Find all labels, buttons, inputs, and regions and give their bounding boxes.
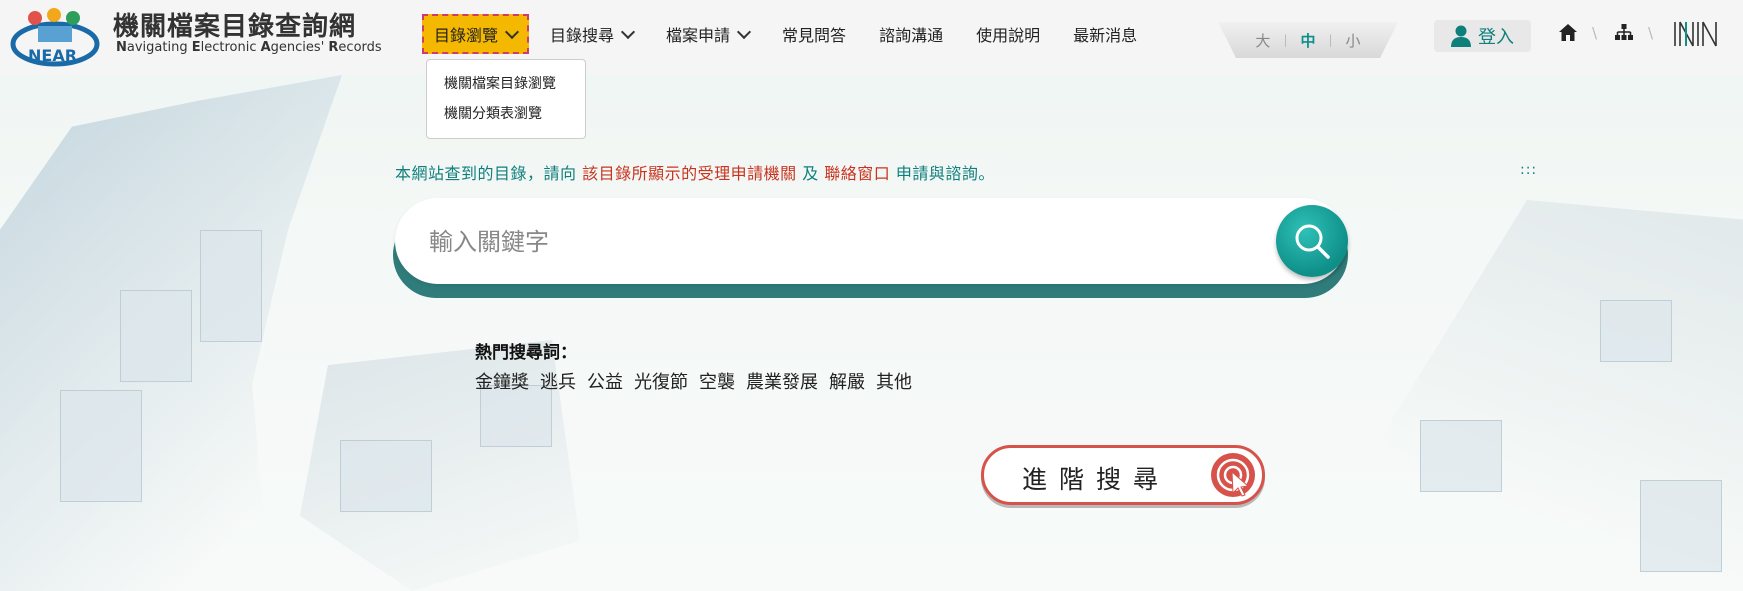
main-nav: 目錄瀏覽 目錄搜尋 檔案申請 常見問答 諮詢溝通 使用說明 最新消息 — [422, 14, 1158, 54]
hot-term[interactable]: 空襲 — [699, 368, 735, 394]
divider: \ — [1592, 24, 1598, 42]
background-file-box — [480, 385, 552, 447]
font-size-large-button[interactable]: 大 — [1242, 30, 1283, 51]
hot-search-list: 金鐘獎 逃兵 公益 光復節 空襲 農業發展 解嚴 其他 — [475, 368, 923, 394]
cursor-click-icon — [1211, 453, 1255, 497]
divider: \ — [1648, 24, 1654, 42]
dropdown-item-agency-directory[interactable]: 機關檔案目錄瀏覽 — [427, 68, 585, 98]
site-subtitle: Navigating Electronic Agencies' Records — [116, 40, 382, 55]
notice-highlight-agency: 該目錄所顯示的受理申請機關 — [582, 164, 797, 183]
site-header: NEAR 機關檔案目錄查詢網 Navigating Electronic Age… — [0, 0, 1743, 75]
nia-logo-icon[interactable] — [1673, 20, 1721, 48]
login-label: 登入 — [1478, 27, 1514, 48]
search-button[interactable] — [1276, 205, 1348, 277]
home-icon[interactable] — [1559, 24, 1577, 41]
background-file-box — [1640, 480, 1722, 572]
hot-term[interactable]: 農業發展 — [746, 368, 818, 394]
background-cabinet — [120, 290, 192, 382]
font-size-switcher: 大 | 中 | 小 — [1218, 22, 1398, 58]
chevron-down-icon — [736, 24, 752, 40]
hot-term[interactable]: 光復節 — [634, 368, 688, 394]
nav-item-consultation[interactable]: 諮詢溝通 — [867, 14, 955, 54]
chevron-down-icon — [620, 24, 636, 40]
notice-highlight-contact: 聯絡窗口 — [824, 164, 891, 183]
search-input[interactable] — [427, 223, 1231, 261]
font-size-medium-button[interactable]: 中 — [1287, 30, 1328, 51]
search-icon — [1295, 224, 1330, 259]
sitemap-icon[interactable] — [1615, 24, 1633, 40]
chevron-down-icon — [504, 24, 520, 40]
hot-search-title: 熱門搜尋詞： — [475, 343, 577, 363]
nav-item-user-guide[interactable]: 使用說明 — [964, 14, 1052, 54]
hot-term[interactable]: 金鐘獎 — [475, 368, 529, 394]
site-title[interactable]: 機關檔案目錄查詢網 — [113, 6, 356, 43]
background-file-box — [1600, 300, 1672, 362]
nav-item-directory-search[interactable]: 目錄搜尋 — [538, 14, 645, 54]
dropdown-item-agency-classification[interactable]: 機關分類表瀏覽 — [427, 98, 585, 128]
advanced-search-button[interactable]: 進階搜尋 — [981, 445, 1265, 505]
login-button[interactable]: 登入 — [1434, 20, 1531, 52]
hot-term[interactable]: 公益 — [587, 368, 623, 394]
nav-item-directory-browse[interactable]: 目錄瀏覽 — [422, 14, 530, 54]
near-logo-icon[interactable]: NEAR — [10, 6, 100, 68]
advanced-search-label: 進階搜尋 — [1022, 465, 1171, 494]
hot-term[interactable]: 解嚴 — [829, 368, 865, 394]
user-icon — [1451, 25, 1471, 47]
nav-item-faq[interactable]: 常見問答 — [770, 14, 858, 54]
background-cabinet — [200, 230, 262, 342]
nav-item-news[interactable]: 最新消息 — [1061, 14, 1149, 54]
font-size-small-button[interactable]: 小 — [1333, 30, 1374, 51]
svg-text:NEAR: NEAR — [28, 46, 77, 65]
search-notice: 本網站查到的目錄，請向 該目錄所顯示的受理申請機關 及 聯絡窗口 申請與諮詢。 — [395, 164, 995, 183]
hot-term[interactable]: 逃兵 — [540, 368, 576, 394]
hot-term[interactable]: 其他 — [876, 368, 912, 394]
directory-browse-dropdown: 機關檔案目錄瀏覽 機關分類表瀏覽 — [426, 59, 586, 139]
background-file-box — [340, 440, 432, 512]
background-file-box — [1420, 420, 1502, 492]
accesskey-marker[interactable]: ::: — [1520, 162, 1537, 178]
background-cabinet — [60, 390, 142, 502]
nav-item-archive-application[interactable]: 檔案申請 — [654, 14, 761, 54]
